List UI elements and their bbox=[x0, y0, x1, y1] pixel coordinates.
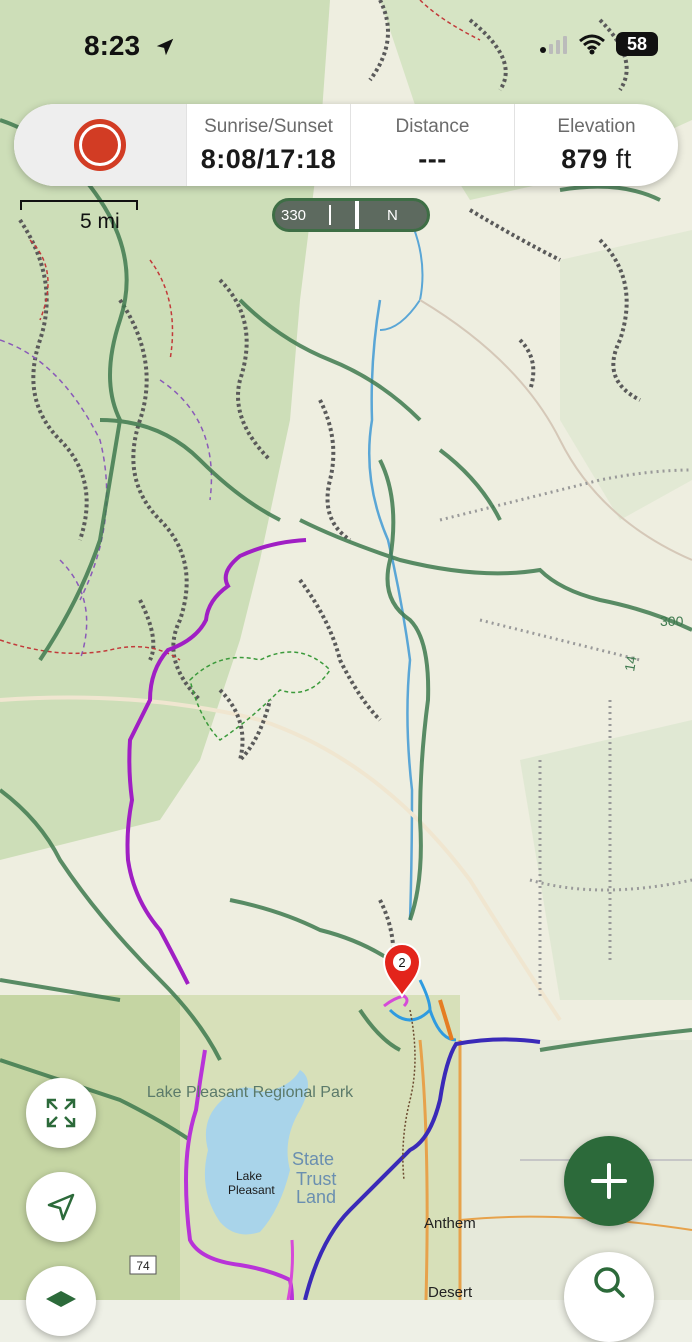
scale-bar bbox=[20, 200, 138, 210]
compass-north: N bbox=[387, 206, 398, 224]
svg-text:State: State bbox=[292, 1149, 334, 1169]
sunrise-sunset-metric[interactable]: Sunrise/Sunset 8:08/17:18 bbox=[186, 104, 350, 186]
add-button[interactable] bbox=[564, 1136, 654, 1226]
map-canvas[interactable]: Lake Pleasant Regional Park Lake Pleasan… bbox=[0, 0, 692, 1300]
location-arrow-icon bbox=[156, 38, 174, 56]
elevation-unit: ft bbox=[615, 143, 632, 174]
search-icon bbox=[594, 1267, 625, 1298]
elevation-metric[interactable]: Elevation 879 ft bbox=[514, 104, 678, 186]
elevation-label: Elevation bbox=[557, 115, 636, 137]
sunrise-sunset-value: 8:08/17:18 bbox=[200, 143, 337, 174]
navigation-arrow-icon bbox=[47, 1193, 75, 1221]
signal-icon bbox=[540, 36, 567, 54]
svg-text:Desert: Desert bbox=[428, 1284, 473, 1300]
status-time: 8:23 bbox=[84, 30, 141, 61]
distance-metric[interactable]: Distance --- bbox=[350, 104, 514, 186]
search-button[interactable] bbox=[564, 1252, 654, 1342]
compass-tick bbox=[329, 205, 331, 225]
svg-text:Pleasant: Pleasant bbox=[228, 1183, 275, 1197]
record-cell bbox=[14, 104, 186, 186]
scale-label: 5 mi bbox=[80, 210, 120, 233]
compass-heading-value: 330 bbox=[281, 206, 307, 224]
distance-value: --- bbox=[418, 143, 447, 174]
layers-icon bbox=[46, 1291, 76, 1307]
svg-text:Trust: Trust bbox=[296, 1169, 336, 1189]
fullscreen-button[interactable] bbox=[26, 1078, 96, 1148]
compass-heading[interactable]: 330 N bbox=[272, 198, 430, 232]
svg-text:Land: Land bbox=[296, 1187, 336, 1207]
svg-text:300: 300 bbox=[660, 613, 684, 629]
fullscreen-icon bbox=[46, 1098, 76, 1128]
svg-text:74: 74 bbox=[136, 1259, 150, 1273]
map-label-park: Lake Pleasant Regional Park bbox=[147, 1084, 354, 1101]
sunrise-sunset-label: Sunrise/Sunset bbox=[204, 115, 333, 137]
svg-text:2: 2 bbox=[398, 955, 405, 970]
svg-text:Anthem: Anthem bbox=[424, 1215, 476, 1232]
elevation-value-row: 879 ft bbox=[561, 144, 632, 175]
svg-text:Lake: Lake bbox=[236, 1169, 262, 1183]
wifi-icon bbox=[579, 34, 605, 55]
record-icon bbox=[82, 127, 118, 163]
plus-icon bbox=[591, 1163, 627, 1199]
battery-icon: 58 bbox=[616, 32, 658, 56]
locate-button[interactable] bbox=[26, 1172, 96, 1242]
status-bar: 8:23 58 bbox=[0, 0, 692, 94]
layers-button[interactable] bbox=[26, 1266, 96, 1336]
distance-label: Distance bbox=[395, 115, 470, 137]
compass-center-tick bbox=[355, 201, 359, 229]
map-scale: 5 mi bbox=[20, 200, 138, 234]
elevation-value: 879 bbox=[561, 143, 608, 174]
tracking-info-panel: Sunrise/Sunset 8:08/17:18 Distance --- E… bbox=[14, 104, 678, 186]
svg-text:14: 14 bbox=[621, 654, 639, 672]
record-button[interactable] bbox=[74, 119, 126, 171]
